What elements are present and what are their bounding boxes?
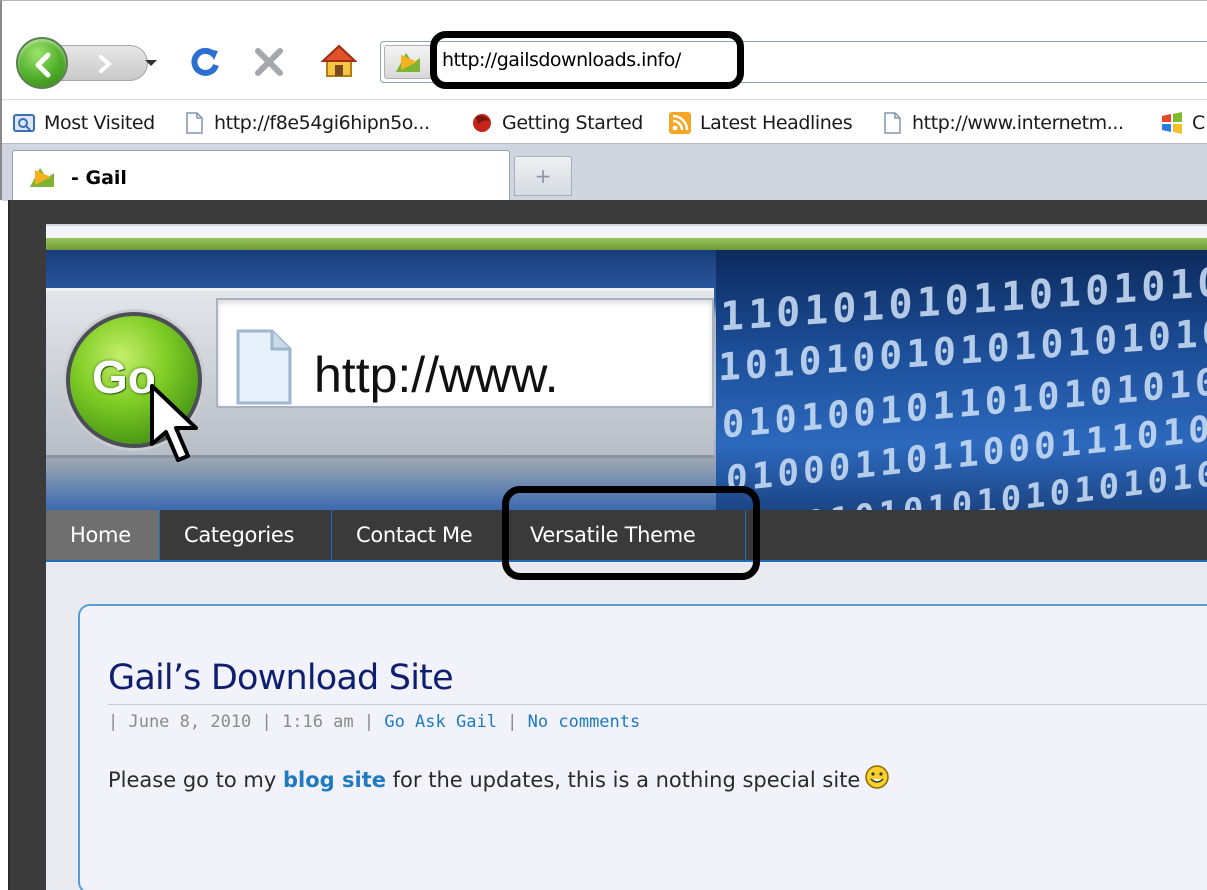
rss-icon (669, 112, 691, 134)
navigation-toolbar: http://gailsdownloads.info/ (2, 1, 1207, 99)
tab-title: - Gail (71, 167, 127, 189)
nav-contact-me[interactable]: Contact Me (332, 510, 506, 560)
browser-chrome: http://gailsdownloads.info/ Most Visited… (0, 0, 1207, 202)
post-date-time: | June 8, 2010 | 1:16 am | (108, 712, 385, 732)
website: http://www. Go 1101010101101010101010101… (46, 224, 1207, 890)
back-button[interactable] (16, 37, 68, 89)
tab-gail[interactable]: - Gail (12, 150, 510, 202)
bookmark-link-1[interactable]: http://f8e54gi6hipn5o... (182, 110, 430, 136)
post-author-link[interactable]: Go Ask Gail (384, 712, 497, 732)
windows-icon (1162, 112, 1182, 134)
bookmark-getting-started[interactable]: Getting Started (470, 110, 643, 136)
forward-arrow-icon (99, 55, 112, 73)
new-tab-button[interactable]: + (514, 156, 572, 196)
stop-icon (255, 48, 283, 76)
bookmarks-toolbar: Most Visited http://f8e54gi6hipn5o... Ge… (2, 99, 1207, 143)
post-body: Please go to my blog site for the update… (108, 764, 890, 792)
stop-button[interactable] (252, 45, 286, 79)
post-body-text-start: Please go to my (108, 768, 283, 792)
post-meta: | June 8, 2010 | 1:16 am | Go Ask Gail |… (108, 712, 640, 732)
binary-pattern: 110101010110101010101010101 101010010101… (716, 250, 1207, 510)
bookmark-label: Latest Headlines (700, 112, 853, 134)
blog-site-link[interactable]: blog site (283, 768, 386, 792)
document-icon (236, 329, 292, 405)
reload-icon (191, 47, 219, 76)
url-highlight-annotation (430, 31, 744, 89)
banner-url-text: http://www. (314, 347, 559, 403)
home-icon (320, 44, 358, 77)
firefox-icon (473, 114, 491, 132)
back-arrow-icon (35, 52, 51, 78)
bookmark-label: http://www.internetm... (912, 112, 1124, 134)
forward-button[interactable] (60, 45, 148, 81)
header-banner: http://www. Go 1101010101101010101010101… (46, 250, 1207, 510)
site-identity-button[interactable] (384, 45, 432, 79)
bookmark-link-2[interactable]: http://www.internetm... (880, 110, 1124, 136)
bookmark-label: C (1192, 112, 1205, 134)
reload-button[interactable] (188, 45, 222, 79)
meta-separator: | (496, 712, 528, 732)
bookmark-latest-headlines[interactable]: Latest Headlines (668, 110, 853, 136)
post-card: Gail’s Download Site | June 8, 2010 | 1:… (78, 604, 1207, 890)
page-viewport: http://www. Go 1101010101101010101010101… (8, 200, 1207, 890)
bookmark-label: http://f8e54gi6hipn5o... (214, 112, 430, 134)
bookmark-label: Getting Started (502, 112, 643, 134)
post-title[interactable]: Gail’s Download Site (108, 658, 454, 698)
history-dropdown-button[interactable] (140, 51, 162, 73)
smiley-icon (865, 765, 890, 789)
bookmarks-folder-icon (13, 114, 35, 132)
bookmark-windows[interactable]: C (1160, 110, 1205, 136)
mouse-cursor-icon (150, 384, 198, 462)
header-green-strip (46, 238, 1207, 250)
home-button[interactable] (320, 43, 358, 79)
nav-categories[interactable]: Categories (160, 510, 332, 560)
site-favicon-icon (30, 168, 54, 187)
nav-highlight-annotation (502, 486, 760, 580)
divider (108, 704, 1207, 705)
page-icon (186, 112, 203, 134)
post-body-text-end: for the updates, this is a nothing speci… (385, 768, 861, 792)
header-top-strip (46, 224, 1207, 238)
tab-bar: - Gail + (2, 143, 1207, 202)
post-comments-link[interactable]: No comments (528, 712, 641, 732)
page-icon (884, 112, 901, 134)
bookmark-most-visited[interactable]: Most Visited (12, 110, 155, 136)
chevron-down-icon (145, 60, 157, 66)
site-favicon-icon (396, 53, 420, 72)
nav-home[interactable]: Home (46, 510, 160, 560)
bookmark-label: Most Visited (44, 112, 155, 134)
